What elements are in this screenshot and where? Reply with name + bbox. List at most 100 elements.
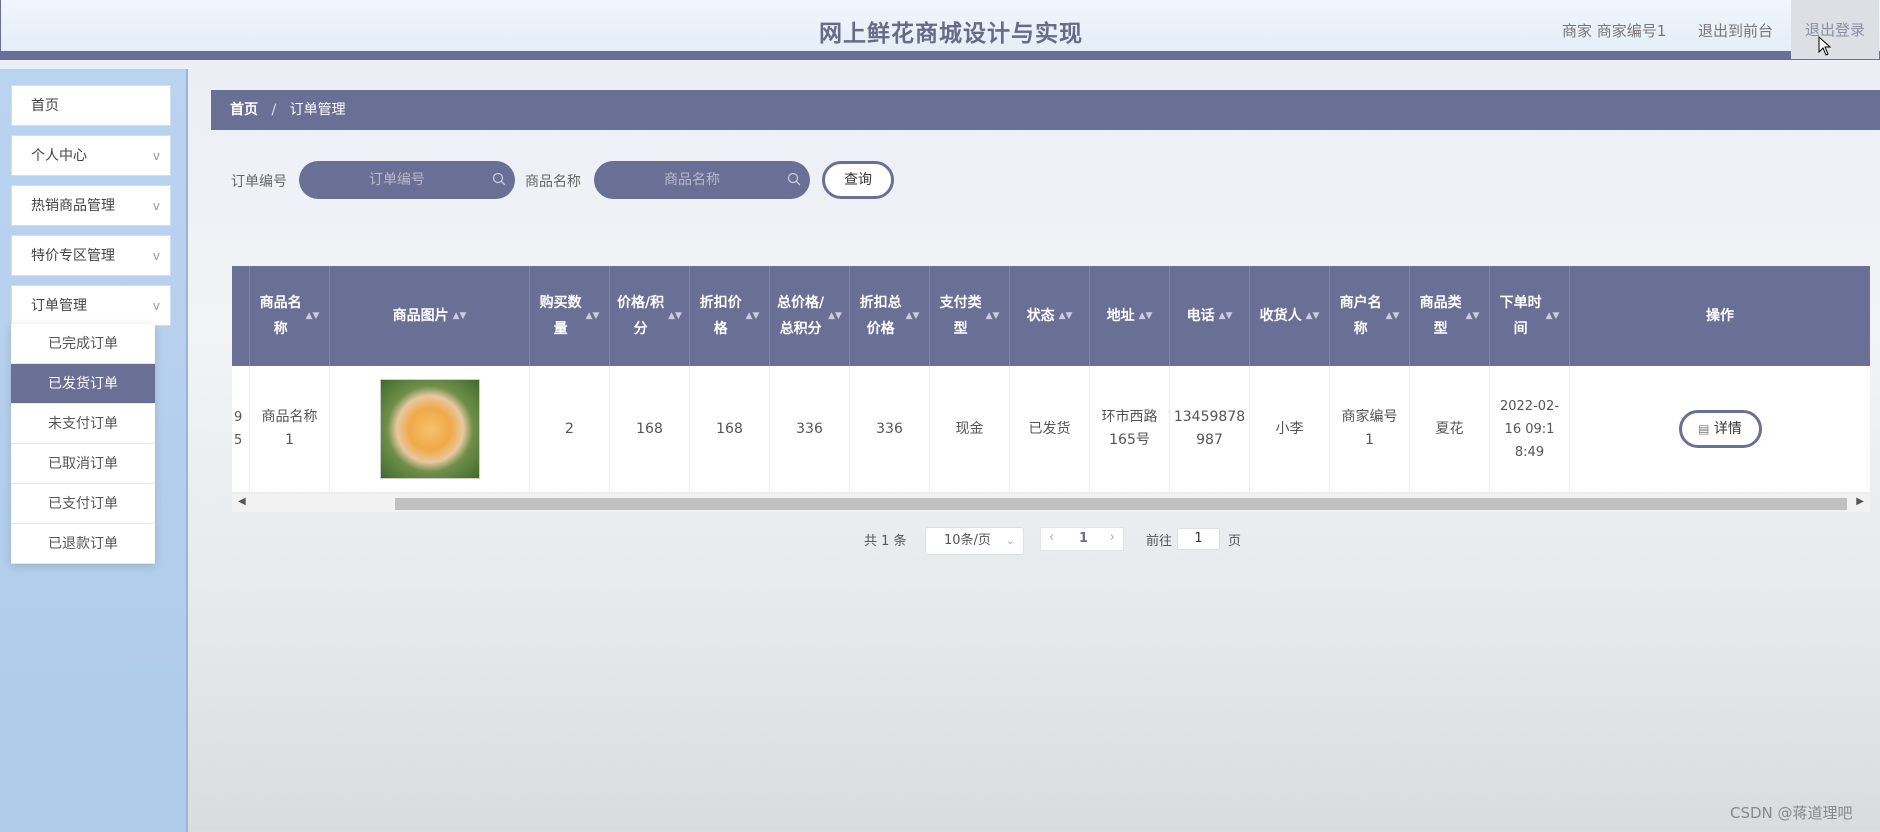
page-size-select[interactable]: 10条/页 ⌄	[925, 527, 1024, 555]
column-header[interactable]: 收货人 ▲▼	[1250, 266, 1330, 366]
submenu-refunded-orders[interactable]: 已退款订单	[11, 524, 155, 564]
cell-value: 2	[565, 420, 574, 437]
sort-icon[interactable]: ▲▼	[586, 303, 600, 329]
cell-value: 夏花	[1435, 420, 1464, 437]
cell-value: 小李	[1275, 420, 1304, 437]
table-cell-discount-price: 168	[690, 366, 770, 492]
sidebar-item-special-offers[interactable]: 特价专区管理 v	[11, 235, 171, 276]
logout-button[interactable]: 退出登录	[1791, 0, 1879, 59]
submenu-shipped-orders[interactable]: 已发货订单	[11, 364, 155, 404]
sort-icon[interactable]: ▲▼	[453, 303, 467, 329]
column-header[interactable]: 电话 ▲▼	[1170, 266, 1250, 366]
sort-icon[interactable]: ▲▼	[986, 303, 1000, 329]
next-page-icon[interactable]: ›	[1110, 530, 1115, 545]
breadcrumb: 首页 / 订单管理	[211, 90, 1880, 130]
horizontal-scrollbar[interactable]: ◀ ▶	[232, 494, 1870, 512]
sidebar-item-personal-center[interactable]: 个人中心 v	[11, 135, 171, 176]
chevron-down-icon: v	[152, 249, 160, 263]
page-suffix: 页	[1228, 534, 1242, 549]
sidebar-item-home[interactable]: 首页	[11, 85, 171, 126]
column-header-label: 支付类 型	[939, 295, 982, 337]
sort-icon[interactable]: ▲▼	[746, 303, 760, 329]
sort-icon[interactable]: ▲▼	[1219, 303, 1233, 329]
submenu-completed-orders[interactable]: 已完成订单	[11, 324, 155, 364]
sort-icon[interactable]: ▲▼	[1466, 303, 1480, 329]
cell-value: 168	[636, 420, 663, 437]
sidebar-item-label: 个人中心	[31, 148, 87, 164]
search-icon	[787, 172, 801, 186]
column-header[interactable]: 折扣总 价格 ▲▼	[850, 266, 930, 366]
table-cell-merchant: 商家编号 1	[1330, 366, 1410, 492]
query-button[interactable]: 查询	[822, 161, 894, 199]
column-header[interactable]: 商户名 称 ▲▼	[1330, 266, 1410, 366]
column-header-label: 购买数 量	[539, 295, 582, 337]
sort-icon[interactable]: ▲▼	[828, 303, 842, 329]
order-no-input[interactable]: 订单编号	[299, 161, 515, 199]
column-header-label: 收货人	[1259, 308, 1302, 324]
cell-value: 已发货	[1028, 420, 1071, 437]
column-header[interactable]: 下单时 间 ▲▼	[1490, 266, 1570, 366]
column-header-label: 折扣总 价格	[859, 295, 902, 337]
goto-label: 前往	[1146, 534, 1173, 549]
sort-icon[interactable]: ▲▼	[1059, 303, 1073, 329]
column-header[interactable]: 商品类 型 ▲▼	[1410, 266, 1490, 366]
sort-icon[interactable]: ▲▼	[1139, 303, 1153, 329]
product-name-placeholder: 商品名称	[664, 172, 720, 188]
table-cell-actions: ▤ 详情	[1570, 366, 1870, 492]
breadcrumb-current: 订单管理	[289, 102, 346, 118]
table-cell-clipped: 9 5	[232, 366, 250, 492]
sort-icon[interactable]: ▲▼	[1546, 303, 1560, 329]
column-header[interactable]: 状态 ▲▼	[1010, 266, 1090, 366]
table-cell-order-time: 2022-02- 16 09:1 8:49	[1490, 366, 1570, 492]
column-header-label: 商户名 称	[1339, 295, 1382, 337]
cell-value: 9 5	[234, 410, 243, 448]
detail-button-label: 详情	[1713, 421, 1742, 437]
sort-icon[interactable]: ▲▼	[668, 303, 682, 329]
submenu-unpaid-orders[interactable]: 未支付订单	[11, 404, 155, 444]
page-size-value: 10条/页	[944, 533, 991, 548]
sidebar-item-orders[interactable]: 订单管理 v	[11, 285, 171, 326]
table-cell-receiver: 小李	[1250, 366, 1330, 492]
mouse-cursor-icon	[1818, 36, 1832, 56]
table-header: 商品名 称 ▲▼ 商品图片 ▲▼ 购买数 量 ▲▼ 价格/积 分 ▲▼ 折扣价 格 ▲▼ …	[232, 266, 1870, 366]
column-header[interactable]: 地址 ▲▼	[1090, 266, 1170, 366]
column-header[interactable]: 商品图片 ▲▼	[330, 266, 530, 366]
page-number[interactable]: 1	[1079, 531, 1088, 546]
sidebar-item-label: 特价专区管理	[31, 248, 115, 264]
current-user: 商家 商家编号1	[1562, 22, 1667, 40]
column-header[interactable]: 价格/积 分 ▲▼	[610, 266, 690, 366]
product-name-input[interactable]: 商品名称	[594, 161, 810, 199]
submenu-paid-orders[interactable]: 已支付订单	[11, 484, 155, 524]
scroll-left-icon[interactable]: ◀	[238, 496, 246, 507]
table-cell-category: 夏花	[1410, 366, 1490, 492]
column-header[interactable]: 商品名 称 ▲▼	[250, 266, 330, 366]
table-cell-price: 168	[610, 366, 690, 492]
sidebar-item-label: 首页	[31, 98, 59, 114]
product-name-label: 商品名称	[525, 174, 581, 190]
order-no-label: 订单编号	[231, 174, 287, 190]
scrollbar-thumb[interactable]	[395, 498, 1847, 510]
sort-icon[interactable]: ▲▼	[306, 303, 320, 329]
breadcrumb-home[interactable]: 首页	[230, 102, 258, 118]
column-header[interactable]: 购买数 量 ▲▼	[530, 266, 610, 366]
cell-value: 商品名称 1	[261, 409, 318, 448]
column-header[interactable]: 支付类 型 ▲▼	[930, 266, 1010, 366]
pagination-total: 共 1 条	[864, 534, 907, 549]
orders-submenu: 已完成订单 已发货订单 未支付订单 已取消订单 已支付订单 已退款订单	[11, 324, 155, 564]
back-to-front-link[interactable]: 退出到前台	[1698, 20, 1773, 41]
column-header[interactable]: 总价格/ 总积分 ▲▼	[770, 266, 850, 366]
goto-page-input[interactable]: 1	[1177, 528, 1220, 550]
chevron-down-icon: v	[152, 199, 160, 213]
submenu-cancelled-orders[interactable]: 已取消订单	[11, 444, 155, 484]
chevron-down-icon: ⌄	[1005, 534, 1015, 547]
column-header[interactable]: 折扣价 格 ▲▼	[690, 266, 770, 366]
sort-icon[interactable]: ▲▼	[1306, 303, 1320, 329]
sort-icon[interactable]: ▲▼	[906, 303, 920, 329]
sort-icon[interactable]: ▲▼	[1386, 303, 1400, 329]
prev-page-icon[interactable]: ‹	[1049, 530, 1054, 545]
detail-button[interactable]: ▤ 详情	[1678, 410, 1762, 448]
scroll-right-icon[interactable]: ▶	[1856, 496, 1864, 507]
sidebar-item-hot-products[interactable]: 热销商品管理 v	[11, 185, 171, 226]
column-header-label: 下单时 间	[1499, 295, 1542, 337]
column-header: 操作	[1570, 266, 1870, 366]
